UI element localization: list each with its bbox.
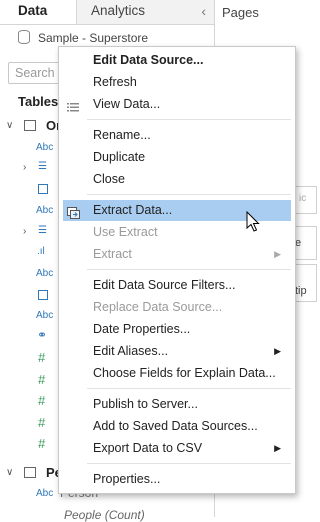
bin-icon: .ıl — [37, 246, 45, 257]
menu-item-close[interactable]: Close — [59, 169, 295, 190]
field-type-abc: Abc — [36, 310, 54, 321]
menu-item-extract[interactable]: Extract ▶ — [59, 244, 295, 265]
table-icon — [24, 467, 36, 478]
menu-item-export-data-to-csv[interactable]: Export Data to CSV ▶ — [59, 438, 295, 459]
menu-item-label: Extract Data... — [93, 203, 173, 217]
menu-item-properties[interactable]: Properties... — [59, 469, 295, 490]
data-source-name: Sample - Superstore — [38, 31, 149, 45]
tab-analytics-label: Analytics — [91, 3, 146, 18]
expand-hierarchy-chevron-icon[interactable]: › — [23, 162, 26, 173]
menu-item-date-properties[interactable]: Date Properties... — [59, 319, 295, 340]
date-icon — [38, 290, 48, 300]
menu-item-replace-data-source[interactable]: Replace Data Source... — [59, 297, 295, 318]
extract-data-icon — [67, 205, 80, 219]
menu-item-label: Export Data to CSV — [93, 441, 203, 455]
right-panel-partial-text: ic — [299, 193, 307, 204]
menu-item-label: View Data... — [93, 97, 161, 111]
menu-separator — [87, 388, 291, 389]
submenu-arrow-icon: ▶ — [274, 249, 281, 259]
date-icon — [38, 184, 48, 194]
expand-hierarchy-chevron-icon[interactable]: › — [23, 226, 26, 237]
field-type-number: # — [38, 393, 46, 408]
menu-item-label: Edit Aliases... — [93, 344, 169, 358]
expand-people-chevron-icon[interactable]: ∨ — [6, 467, 13, 478]
field-type-number: # — [38, 350, 46, 365]
menu-separator — [87, 463, 291, 464]
expand-orders-chevron-icon[interactable]: ∨ — [6, 120, 13, 131]
menu-item-label: Extract — [93, 247, 132, 261]
pane-tab-bar: Data Analytics ‹ — [0, 0, 214, 25]
group-icon: ⚭ — [37, 328, 48, 342]
menu-separator — [87, 269, 291, 270]
submenu-arrow-icon: ▶ — [274, 443, 281, 453]
field-people-count[interactable]: People (Count) — [64, 508, 145, 522]
data-source-context-menu: Edit Data Source... Refresh View Data...… — [58, 46, 296, 494]
field-type-number: # — [38, 415, 46, 430]
right-panel-partial-text: tip — [295, 285, 307, 297]
menu-item-edit-aliases[interactable]: Edit Aliases... ▶ — [59, 341, 295, 362]
mouse-cursor-icon — [246, 210, 262, 233]
menu-item-edit-data-source-filters[interactable]: Edit Data Source Filters... — [59, 275, 295, 296]
field-type-abc: Abc — [36, 142, 54, 153]
menu-item-duplicate[interactable]: Duplicate — [59, 147, 295, 168]
field-type-number: # — [38, 372, 46, 387]
table-icon — [24, 120, 36, 131]
menu-item-add-to-saved-data-sources[interactable]: Add to Saved Data Sources... — [59, 416, 295, 437]
menu-separator — [87, 194, 291, 195]
field-type-number: # — [38, 436, 46, 451]
menu-item-edit-data-source[interactable]: Edit Data Source... — [59, 50, 295, 71]
data-source-row[interactable]: Sample - Superstore — [18, 29, 214, 47]
field-type-abc: Abc — [36, 488, 54, 499]
tables-heading: Tables — [18, 94, 59, 109]
tab-analytics[interactable]: Analytics ‹ — [76, 0, 214, 24]
menu-separator — [87, 119, 291, 120]
submenu-arrow-icon: ▶ — [274, 346, 281, 356]
menu-item-refresh[interactable]: Refresh — [59, 72, 295, 93]
database-icon — [18, 30, 30, 44]
hierarchy-icon: ☰ — [38, 225, 47, 236]
menu-item-choose-fields-explain-data[interactable]: Choose Fields for Explain Data... — [59, 363, 295, 384]
collapse-pane-chevron-icon[interactable]: ‹ — [201, 0, 206, 22]
tab-data[interactable]: Data — [0, 0, 76, 24]
menu-item-view-data[interactable]: View Data... — [59, 94, 295, 115]
menu-item-publish-to-server[interactable]: Publish to Server... — [59, 394, 295, 415]
hierarchy-icon: ☰ — [38, 161, 47, 172]
menu-item-rename[interactable]: Rename... — [59, 125, 295, 146]
field-type-abc: Abc — [36, 268, 54, 279]
view-data-grid-icon — [67, 99, 79, 112]
pages-shelf-label: Pages — [222, 5, 259, 20]
field-type-abc: Abc — [36, 205, 54, 216]
